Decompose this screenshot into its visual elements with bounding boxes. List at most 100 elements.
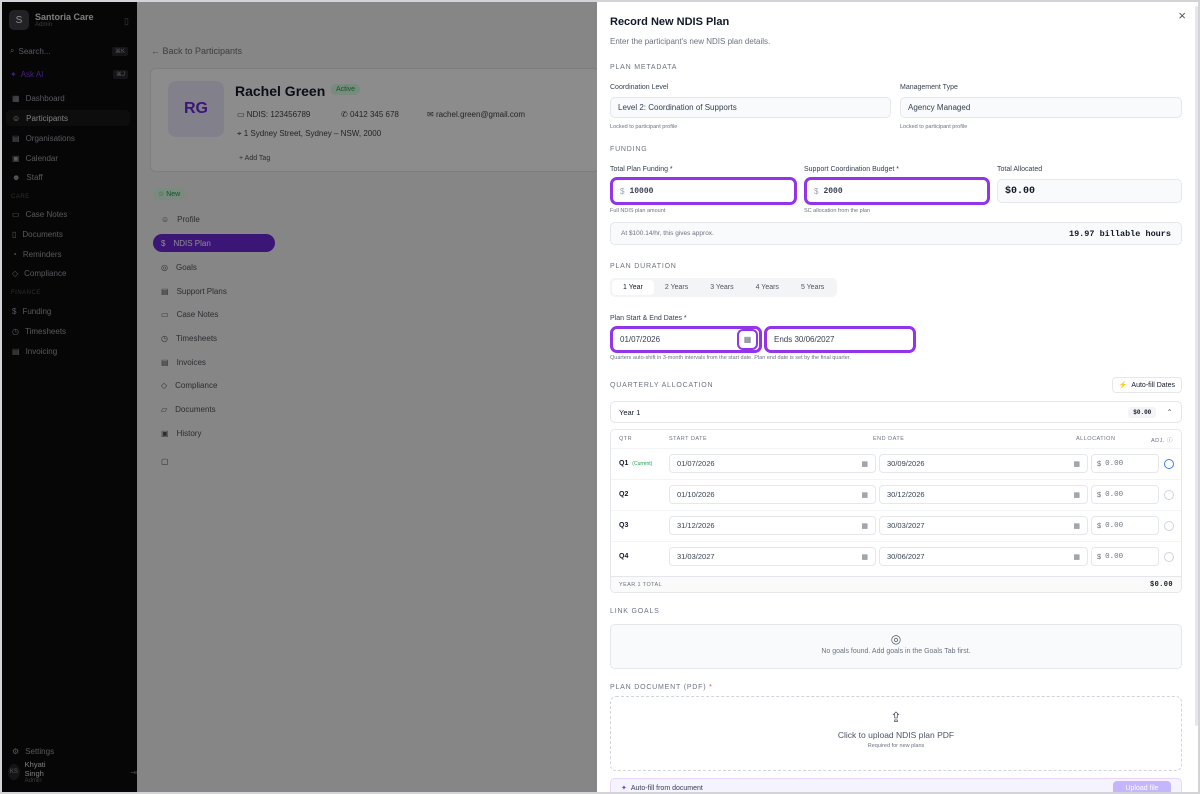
rate-text: At $100.14/hr, this gives approx. — [621, 230, 714, 237]
end-date-field: Ends 30/06/2027 — [764, 326, 916, 353]
year-1-header[interactable]: Year 1 $0.00 ⌃ — [610, 401, 1182, 423]
current-badge: (Current) — [632, 461, 653, 467]
calendar-icon[interactable]: ▦ — [861, 491, 868, 499]
target-icon: ◎ — [890, 632, 902, 646]
duration-option-3-years[interactable]: 3 Years — [699, 280, 744, 295]
q3-start-value: 31/12/2026 — [677, 521, 715, 530]
currency-prefix: $ — [620, 186, 625, 196]
calendar-icon[interactable]: ▦ — [861, 522, 868, 530]
q2-allocation-value: 0.00 — [1105, 490, 1124, 499]
q1-allocation-value: 0.00 — [1105, 459, 1124, 468]
q2-allocation-input[interactable]: $0.00 — [1091, 485, 1159, 504]
duration-option-2-years[interactable]: 2 Years — [654, 280, 699, 295]
modal-overlay[interactable] — [2, 2, 597, 792]
doc-section-label: PLAN DOCUMENT (PDF) — [610, 684, 707, 691]
col-start-date: START DATE — [669, 436, 708, 442]
chevron-up-icon[interactable]: ⌃ — [1166, 408, 1173, 417]
calendar-icon[interactable]: ▦ — [1073, 491, 1080, 499]
currency-prefix: $ — [814, 186, 819, 196]
info-icon: ⓘ — [1166, 438, 1173, 444]
quarter-label: Q2 — [619, 491, 629, 498]
total-funding-value: 10000 — [629, 186, 654, 196]
col-adj: ADJ. ⓘ — [1151, 436, 1173, 444]
total-allocated-value: $0.00 — [1005, 185, 1036, 197]
sc-budget-help: SC allocation from the plan — [804, 208, 871, 214]
q2-adjust-toggle[interactable] — [1164, 490, 1174, 500]
coordination-level-field: Level 2: Coordination of Supports — [610, 97, 891, 118]
table-row: Q2 01/10/2026 ▦ 30/12/2026 ▦ $0.00 — [611, 479, 1181, 510]
panel-subtitle: Enter the participant's new NDIS plan de… — [610, 37, 771, 46]
scrollbar[interactable] — [1195, 6, 1198, 726]
q4-allocation-input[interactable]: $0.00 — [1091, 547, 1159, 566]
section-plan-duration: PLAN DURATION — [610, 263, 677, 270]
col-allocation: ALLOCATION — [1076, 436, 1116, 442]
dates-help: Quarters auto-shift in 3-month intervals… — [610, 355, 851, 361]
total-funding-input[interactable]: $10000 — [610, 177, 797, 205]
q3-adjust-toggle[interactable] — [1164, 521, 1174, 531]
q3-allocation-input[interactable]: $0.00 — [1091, 516, 1159, 535]
quarterly-table: QTR START DATE END DATE ALLOCATION ADJ. … — [610, 429, 1182, 593]
q1-allocation-input[interactable]: $0.00 — [1091, 454, 1159, 473]
col-end-date: END DATE — [873, 436, 905, 442]
sc-budget-input[interactable]: $2000 — [804, 177, 990, 205]
q1-end-input[interactable]: 30/09/2026 ▦ — [879, 454, 1088, 473]
calendar-icon[interactable]: ▦ — [1073, 522, 1080, 530]
year-total-row: YEAR 1 TOTAL $0.00 — [611, 576, 1181, 592]
q4-allocation-value: 0.00 — [1105, 552, 1124, 561]
calendar-icon[interactable]: ▦ — [1073, 460, 1080, 468]
goals-empty-text: No goals found. Add goals in the Goals T… — [821, 648, 971, 655]
duration-option-1-year[interactable]: 1 Year — [612, 280, 654, 295]
required-marker: * — [709, 684, 713, 691]
quarter-label: Q4 — [619, 553, 629, 560]
duration-option-4-years[interactable]: 4 Years — [745, 280, 790, 295]
pdf-upload-dropzone[interactable]: ⇪ Click to upload NDIS plan PDF Required… — [610, 696, 1182, 771]
q3-start-input[interactable]: 31/12/2026 ▦ — [669, 516, 876, 535]
q1-start-input[interactable]: 01/07/2026 ▦ — [669, 454, 876, 473]
autofill-label: Auto-fill Dates — [1131, 381, 1175, 389]
q4-start-input[interactable]: 31/03/2027 ▦ — [669, 547, 876, 566]
management-type-help: Locked to participant profile — [900, 124, 968, 130]
panel-title: Record New NDIS Plan — [610, 16, 730, 28]
quarter-label: Q1 (Current) — [619, 460, 652, 467]
total-funding-label: Total Plan Funding * — [610, 166, 673, 173]
coordination-level-help: Locked to participant profile — [610, 124, 678, 130]
wand-icon: ⚡ — [1118, 382, 1128, 389]
autofill-document-button[interactable]: Upload file — [1113, 781, 1171, 792]
duration-option-5-years[interactable]: 5 Years — [790, 280, 835, 295]
currency-prefix: $ — [1097, 521, 1102, 530]
upload-text: Click to upload NDIS plan PDF — [837, 730, 955, 740]
coordination-level-label: Coordination Level — [610, 84, 669, 91]
q3-end-input[interactable]: 30/03/2027 ▦ — [879, 516, 1088, 535]
table-row: Q4 31/03/2027 ▦ 30/06/2027 ▦ $0.00 — [611, 541, 1181, 572]
record-plan-panel: × Record New NDIS Plan Enter the partici… — [597, 2, 1198, 792]
calendar-icon[interactable]: ▦ — [737, 329, 758, 350]
total-allocated-field: $0.00 — [997, 179, 1182, 203]
quarter-label: Q3 — [619, 522, 629, 529]
q4-end-value: 30/06/2027 — [887, 552, 925, 561]
total-allocated-label: Total Allocated — [997, 166, 1043, 173]
sparkle-icon: ✦ — [621, 785, 627, 792]
q2-start-input[interactable]: 01/10/2026 ▦ — [669, 485, 876, 504]
billable-hours: 19.97 billable hours — [1068, 228, 1171, 239]
q1-end-value: 30/09/2026 — [887, 459, 925, 468]
quarter-name: Q1 — [619, 460, 629, 467]
q3-end-value: 30/03/2027 — [887, 521, 925, 530]
calendar-icon[interactable]: ▦ — [861, 460, 868, 468]
autofill-dates-button[interactable]: ⚡ Auto-fill Dates — [1111, 377, 1182, 393]
q4-end-input[interactable]: 30/06/2027 ▦ — [879, 547, 1088, 566]
upload-file-icon: ⇪ — [890, 709, 902, 725]
q2-end-input[interactable]: 30/12/2026 ▦ — [879, 485, 1088, 504]
year-total-label: YEAR 1 TOTAL — [619, 582, 663, 588]
close-icon[interactable]: × — [1178, 8, 1186, 23]
q4-adjust-toggle[interactable] — [1164, 552, 1174, 562]
calendar-icon[interactable]: ▦ — [1073, 553, 1080, 561]
currency-prefix: $ — [1097, 552, 1102, 561]
q3-allocation-value: 0.00 — [1105, 521, 1124, 530]
q1-adjust-toggle[interactable] — [1164, 459, 1174, 469]
currency-prefix: $ — [1097, 459, 1102, 468]
calendar-icon[interactable]: ▦ — [861, 553, 868, 561]
section-quarterly-allocation: QUARTERLY ALLOCATION — [610, 382, 714, 389]
section-funding: FUNDING — [610, 146, 648, 153]
autofill-document-bar: ✦ Auto-fill from document Upload file — [610, 778, 1182, 792]
col-qtr: QTR — [619, 436, 633, 442]
